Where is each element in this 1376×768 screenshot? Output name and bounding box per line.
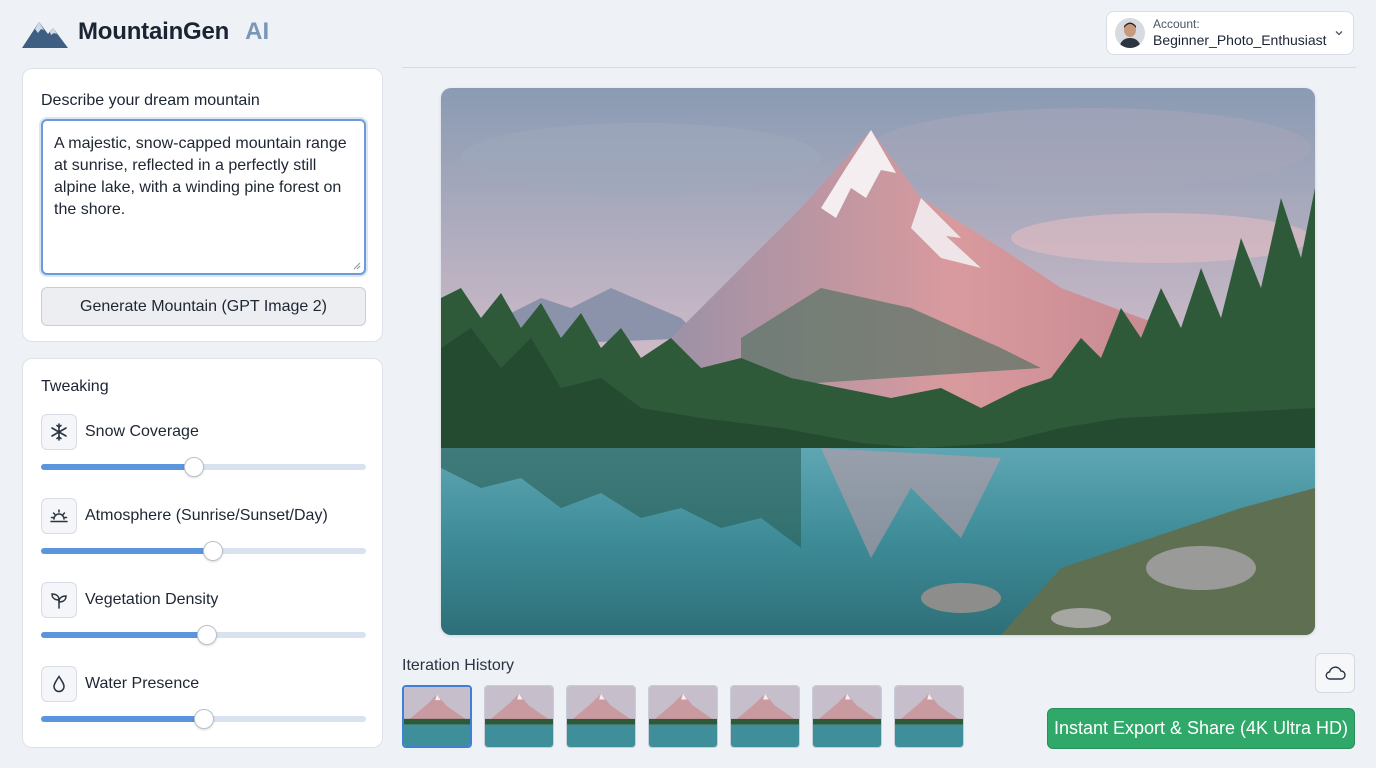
history-thumbnail[interactable] (566, 685, 636, 748)
mountain-logo-icon (22, 22, 68, 48)
prompt-text: A majestic, snow-capped mountain range a… (54, 135, 347, 218)
sprout-icon (41, 582, 77, 618)
vegetation-density-slider[interactable] (41, 625, 366, 645)
history-thumbnail[interactable] (894, 685, 964, 748)
prompt-title: Describe your dream mountain (41, 92, 260, 109)
slider-thumb[interactable] (196, 625, 217, 645)
avatar (1115, 18, 1145, 48)
cloud-save-button[interactable] (1315, 653, 1355, 693)
atmosphere-slider[interactable] (41, 541, 366, 561)
slider-thumb[interactable] (203, 541, 224, 561)
tweaking-panel: Tweaking Snow Coverage Atmosphere (Sunri… (22, 358, 383, 748)
account-label: Account: (1153, 17, 1200, 32)
slider-thumb[interactable] (193, 709, 214, 729)
slider-label: Snow Coverage (85, 423, 199, 440)
header-divider (402, 67, 1356, 68)
account-username: Beginner_Photo_Enthusiast (1153, 31, 1327, 48)
resize-grip-icon[interactable] (353, 262, 361, 270)
tweaking-title: Tweaking (41, 378, 109, 395)
brand: MountainGen AI (22, 14, 269, 50)
cloud-icon (1325, 666, 1346, 680)
generate-button[interactable]: Generate Mountain (GPT Image 2) (41, 287, 366, 326)
export-share-button[interactable]: Instant Export & Share (4K Ultra HD) (1047, 708, 1355, 749)
slider-row-snow: Snow Coverage (41, 414, 199, 450)
history-thumbnail[interactable] (730, 685, 800, 748)
account-menu[interactable]: Account: Beginner_Photo_Enthusiast (1106, 11, 1354, 55)
iteration-history-list (402, 685, 964, 748)
history-thumbnail[interactable] (484, 685, 554, 748)
app-name: MountainGen (78, 18, 230, 45)
prompt-textarea[interactable]: A majestic, snow-capped mountain range a… (41, 119, 366, 275)
generated-mountain-image (441, 88, 1315, 635)
slider-row-atmosphere: Atmosphere (Sunrise/Sunset/Day) (41, 498, 328, 534)
slider-label: Vegetation Density (85, 591, 219, 608)
history-thumbnail[interactable] (402, 685, 472, 748)
prompt-panel: Describe your dream mountain A majestic,… (22, 68, 383, 342)
app-name-suffix: AI (245, 18, 270, 45)
snow-coverage-slider[interactable] (41, 457, 366, 477)
water-presence-slider[interactable] (41, 709, 366, 729)
slider-label: Atmosphere (Sunrise/Sunset/Day) (85, 507, 328, 524)
slider-thumb[interactable] (183, 457, 204, 477)
slider-label: Water Presence (85, 675, 200, 692)
chevron-down-icon[interactable] (1333, 27, 1345, 39)
slider-row-water: Water Presence (41, 666, 199, 702)
slider-row-vegetation: Vegetation Density (41, 582, 218, 618)
snowflake-icon (41, 414, 77, 450)
iteration-history-title: Iteration History (402, 657, 515, 674)
sunrise-icon (41, 498, 77, 534)
history-thumbnail[interactable] (812, 685, 882, 748)
history-thumbnail[interactable] (648, 685, 718, 748)
water-drop-icon (41, 666, 77, 702)
